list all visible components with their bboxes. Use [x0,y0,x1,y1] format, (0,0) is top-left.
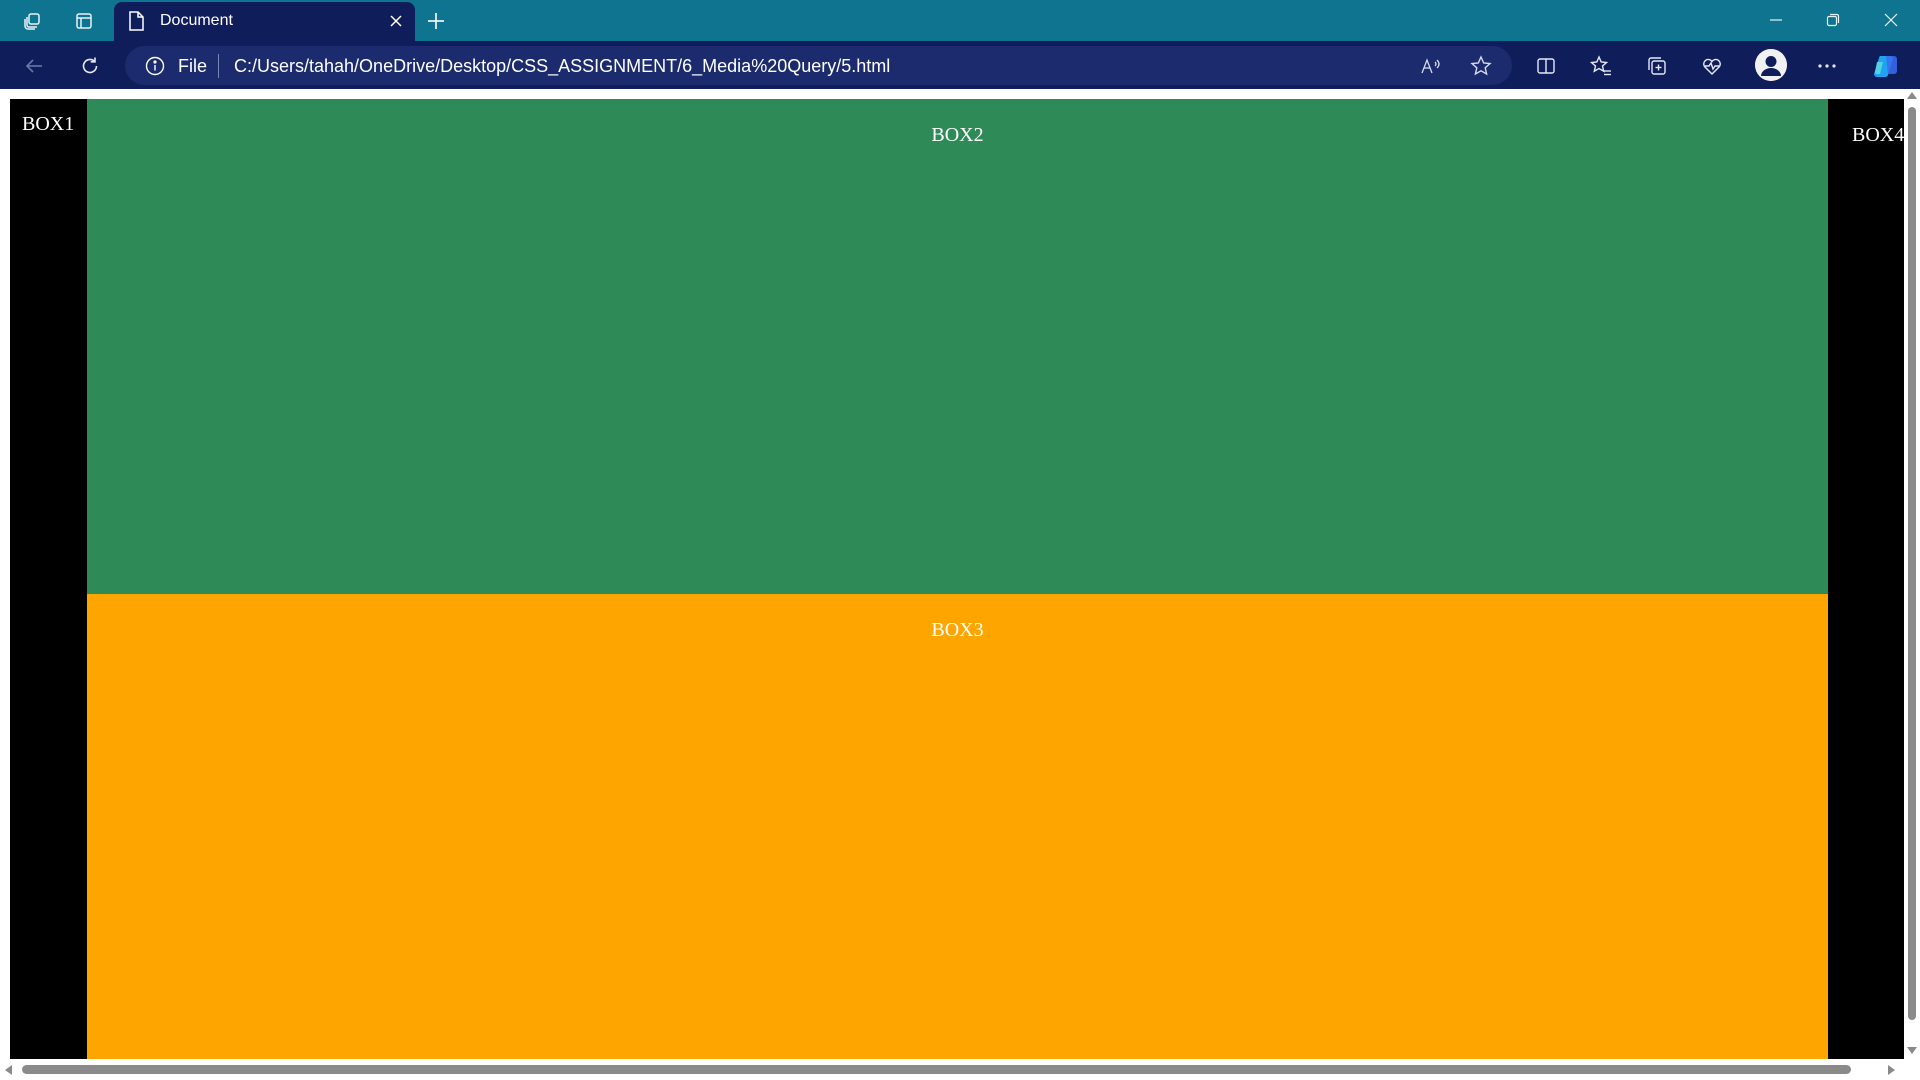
box2: BOX2 [87,99,1828,594]
favorite-star-icon[interactable] [1465,50,1497,82]
split-screen-icon[interactable] [1530,50,1562,82]
page-content: BOX1 BOX2 BOX3 BOX4 [0,89,1920,1080]
vertical-scroll-thumb[interactable] [1908,107,1916,1020]
more-options-icon[interactable] [1811,50,1843,82]
refresh-button[interactable] [74,50,106,82]
scroll-up-arrow-icon[interactable] [1907,92,1917,99]
info-icon[interactable] [145,56,165,81]
collections-icon[interactable] [1641,50,1673,82]
tab-title: Document [160,12,233,29]
read-aloud-icon[interactable] [1415,50,1447,82]
browser-essentials-icon[interactable] [1696,50,1728,82]
box3: BOX3 [87,594,1828,1059]
document-icon [128,11,144,36]
box4-label: BOX4 [1852,124,1904,146]
copilot-icon[interactable] [1870,50,1902,82]
box4: BOX4 [1828,99,1904,1059]
tab-document[interactable]: Document [114,2,415,41]
box1-label: BOX1 [22,113,75,135]
restore-button[interactable] [1805,0,1861,40]
profile-avatar[interactable] [1755,49,1787,81]
close-tab-icon[interactable] [387,12,405,30]
box2-label: BOX2 [931,124,984,146]
scroll-right-arrow-icon[interactable] [1888,1065,1895,1075]
minimize-button[interactable] [1748,0,1804,40]
scroll-left-arrow-icon[interactable] [5,1065,12,1075]
vertical-scrollbar[interactable] [1904,89,1920,1059]
url-text[interactable]: C:/Users/tahah/OneDrive/Desktop/CSS_ASSI… [234,56,890,77]
scheme-label[interactable]: File [178,56,207,77]
tab-strip: Document [0,0,1920,41]
horizontal-scrollbar[interactable] [0,1059,1904,1080]
horizontal-scroll-thumb[interactable] [22,1065,1851,1074]
new-tab-button[interactable] [421,6,451,36]
back-button[interactable] [18,50,50,82]
box1: BOX1 [10,99,87,1059]
scroll-down-arrow-icon[interactable] [1907,1047,1917,1054]
address-separator [218,54,219,78]
browser-toolbar: File C:/Users/tahah/OneDrive/Desktop/CSS… [0,41,1920,89]
address-bar[interactable]: File C:/Users/tahah/OneDrive/Desktop/CSS… [125,46,1512,85]
scrollbar-corner [1904,1059,1920,1080]
workspaces-icon[interactable] [17,6,47,36]
close-window-button[interactable] [1863,0,1919,40]
box3-label: BOX3 [931,619,984,641]
tab-actions-icon[interactable] [69,6,99,36]
favorites-icon[interactable] [1585,50,1617,82]
